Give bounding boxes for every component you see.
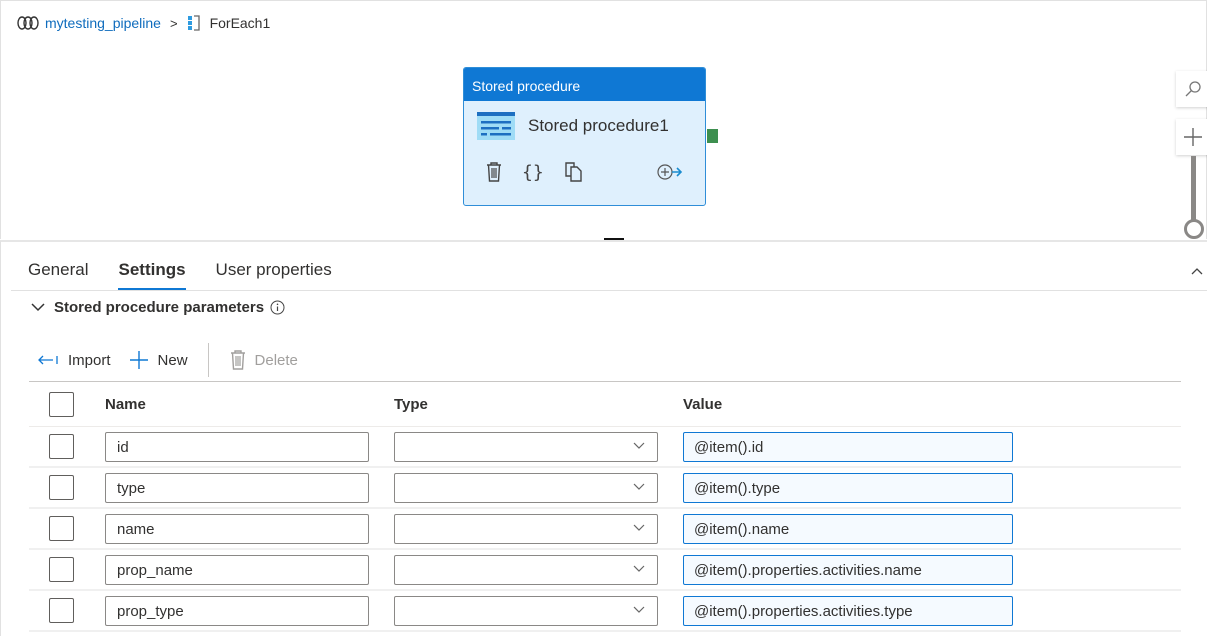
import-button[interactable]: Import [37,352,111,369]
parameter-value-input[interactable]: @item().type [683,472,1013,503]
parameters-table: Name Type Value id @item().id type @item… [29,381,1181,632]
column-header-value: Value [683,395,723,413]
zoom-in-icon [1184,128,1202,146]
section-title: Stored procedure parameters [54,299,265,316]
table-row: name @item().name [29,509,1181,550]
breadcrumb: mytesting_pipeline > ForEach1 [17,12,270,34]
row-checkbox[interactable] [49,516,74,541]
parameter-value-input[interactable]: @item().name [683,513,1013,544]
collapse-panel-icon[interactable] [1191,262,1203,280]
tab-settings[interactable]: Settings [118,260,186,290]
tab-user-properties[interactable]: User properties [216,260,332,290]
new-label: New [157,351,188,369]
row-checkbox[interactable] [49,557,74,582]
tab-general[interactable]: General [28,260,88,290]
parameter-type-select[interactable] [394,513,658,544]
add-icon [129,351,148,369]
search-icon [1185,81,1201,97]
row-checkbox[interactable] [49,434,74,459]
stored-procedure-activity[interactable]: Stored procedure Stored procedure1 {} [463,67,706,206]
zoom-slider-track[interactable] [1191,156,1196,224]
code-braces-icon[interactable]: {} [522,162,544,183]
table-row: id @item().id [29,427,1181,468]
row-checkbox[interactable] [49,598,74,623]
activity-type-label: Stored procedure [464,68,705,101]
parameter-name-input[interactable]: name [105,513,369,544]
import-label: Import [68,351,111,369]
table-row: prop_name @item().properties.activities.… [29,550,1181,591]
delete-label: Delete [254,351,298,369]
add-output-icon[interactable] [657,164,683,180]
parameter-type-select[interactable] [394,554,658,585]
parameter-value-input[interactable]: @item().id [683,431,1013,462]
section-header[interactable]: Stored procedure parameters [31,299,285,316]
parameter-name-input[interactable]: prop_name [105,554,369,585]
import-icon [38,355,58,365]
breadcrumb-pipeline-link[interactable]: mytesting_pipeline [45,15,161,31]
chevron-down-icon [633,606,645,613]
parameter-type-select[interactable] [394,431,658,462]
parameter-value-input[interactable]: @item().properties.activities.name [683,554,1013,585]
zoom-in-button[interactable] [1176,119,1207,155]
table-row: type @item().type [29,468,1181,509]
delete-button[interactable]: Delete [230,350,298,370]
delete-icon[interactable] [486,162,502,182]
tabs-divider [11,290,1207,291]
stored-procedure-icon [477,112,515,140]
parameters-toolbar: Import New Delete [37,343,316,377]
pipeline-icon [17,16,39,30]
copy-icon[interactable] [564,162,583,182]
success-output-handle[interactable] [707,129,718,143]
select-all-checkbox[interactable] [49,391,74,417]
pipeline-canvas[interactable]: mytesting_pipeline > ForEach1 Stored pro… [0,0,1207,241]
parameter-name-input[interactable]: type [105,472,369,503]
column-header-type: Type [394,395,428,413]
toolbar-divider [207,343,209,377]
parameter-type-select[interactable] [394,472,658,503]
chevron-down-icon [633,442,645,449]
parameter-value-input[interactable]: @item().properties.activities.type [683,595,1013,626]
breadcrumb-current: ForEach1 [209,15,271,31]
info-icon[interactable] [270,300,285,315]
breadcrumb-separator: > [169,15,178,31]
foreach-icon [187,15,200,31]
chevron-down-icon [31,303,45,312]
parameter-type-select[interactable] [394,595,658,626]
activity-name: Stored procedure1 [528,116,669,135]
chevron-down-icon [633,565,645,572]
zoom-slider-handle[interactable] [1184,219,1204,239]
canvas-search-button[interactable] [1176,71,1207,107]
table-row: prop_type @item().properties.activities.… [29,591,1181,632]
column-header-name: Name [105,395,146,413]
table-header: Name Type Value [29,381,1181,427]
chevron-down-icon [633,524,645,531]
row-checkbox[interactable] [49,475,74,500]
new-button[interactable]: New [129,350,188,370]
chevron-down-icon [633,483,645,490]
tab-bar: General Settings User properties [28,260,362,290]
parameter-name-input[interactable]: prop_type [105,595,369,626]
properties-panel: General Settings User properties Stored … [0,240,1207,636]
parameter-name-input[interactable]: id [105,431,369,462]
delete-icon [230,350,245,370]
